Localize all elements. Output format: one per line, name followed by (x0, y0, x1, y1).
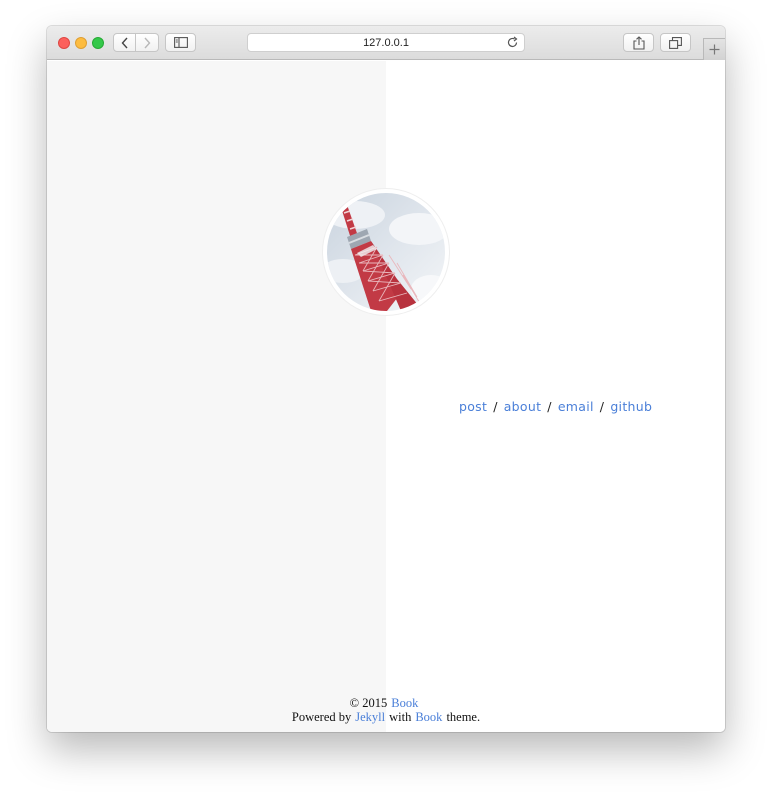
sidebar-icon (173, 37, 188, 48)
avatar (323, 189, 449, 315)
footer-powered-line: Powered by Jekyll with Book theme. (47, 710, 725, 724)
with-text: with (389, 710, 412, 724)
share-icon (632, 35, 645, 50)
nav-link-about[interactable]: about (504, 399, 542, 414)
theme-suffix-text: theme. (446, 710, 481, 724)
footer-theme-link[interactable]: Book (415, 710, 442, 724)
address-bar[interactable]: 127.0.0.1 (247, 33, 525, 52)
nav-link-post[interactable]: post (459, 399, 487, 414)
maximize-window-button[interactable] (92, 37, 104, 49)
tokyo-tower-photo (327, 193, 445, 311)
nav-separator: / (599, 399, 605, 414)
reload-icon[interactable] (506, 36, 519, 49)
page-content: post / about / email / github © 2015 Book Power… (47, 61, 725, 732)
footer-site-link[interactable]: Book (391, 696, 418, 710)
plus-icon (709, 44, 720, 55)
copyright-text: © 2015 (349, 696, 388, 710)
minimize-window-button[interactable] (75, 37, 87, 49)
powered-by-text: Powered by (291, 710, 352, 724)
show-tabs-button[interactable] (660, 33, 691, 52)
new-tab-button[interactable] (703, 38, 725, 60)
chevron-left-icon (121, 37, 128, 48)
tabs-icon (669, 36, 682, 49)
share-button[interactable] (623, 33, 654, 52)
chevron-right-icon (144, 37, 151, 48)
browser-toolbar: 127.0.0.1 (47, 26, 725, 60)
footer-copyright-line: © 2015 Book (47, 696, 725, 710)
close-window-button[interactable] (58, 37, 70, 49)
nav-separator: / (547, 399, 552, 414)
browser-window: 127.0.0.1 post / about / email / github … (47, 26, 725, 732)
nav-link-email[interactable]: email (558, 399, 594, 414)
left-panel (47, 61, 386, 732)
avatar-image (327, 193, 445, 311)
page-footer: © 2015 Book Powered by Jekyll with Book theme… (47, 696, 725, 724)
back-button[interactable] (113, 33, 136, 52)
main-nav: post / about / email / github (459, 399, 679, 414)
footer-jekyll-link[interactable]: Jekyll (355, 710, 385, 724)
address-text: 127.0.0.1 (363, 36, 409, 49)
sidebar-toggle-button[interactable] (165, 33, 196, 52)
nav-separator: / (493, 399, 498, 414)
forward-button[interactable] (136, 33, 159, 52)
nav-link-github[interactable]: github (610, 399, 652, 414)
